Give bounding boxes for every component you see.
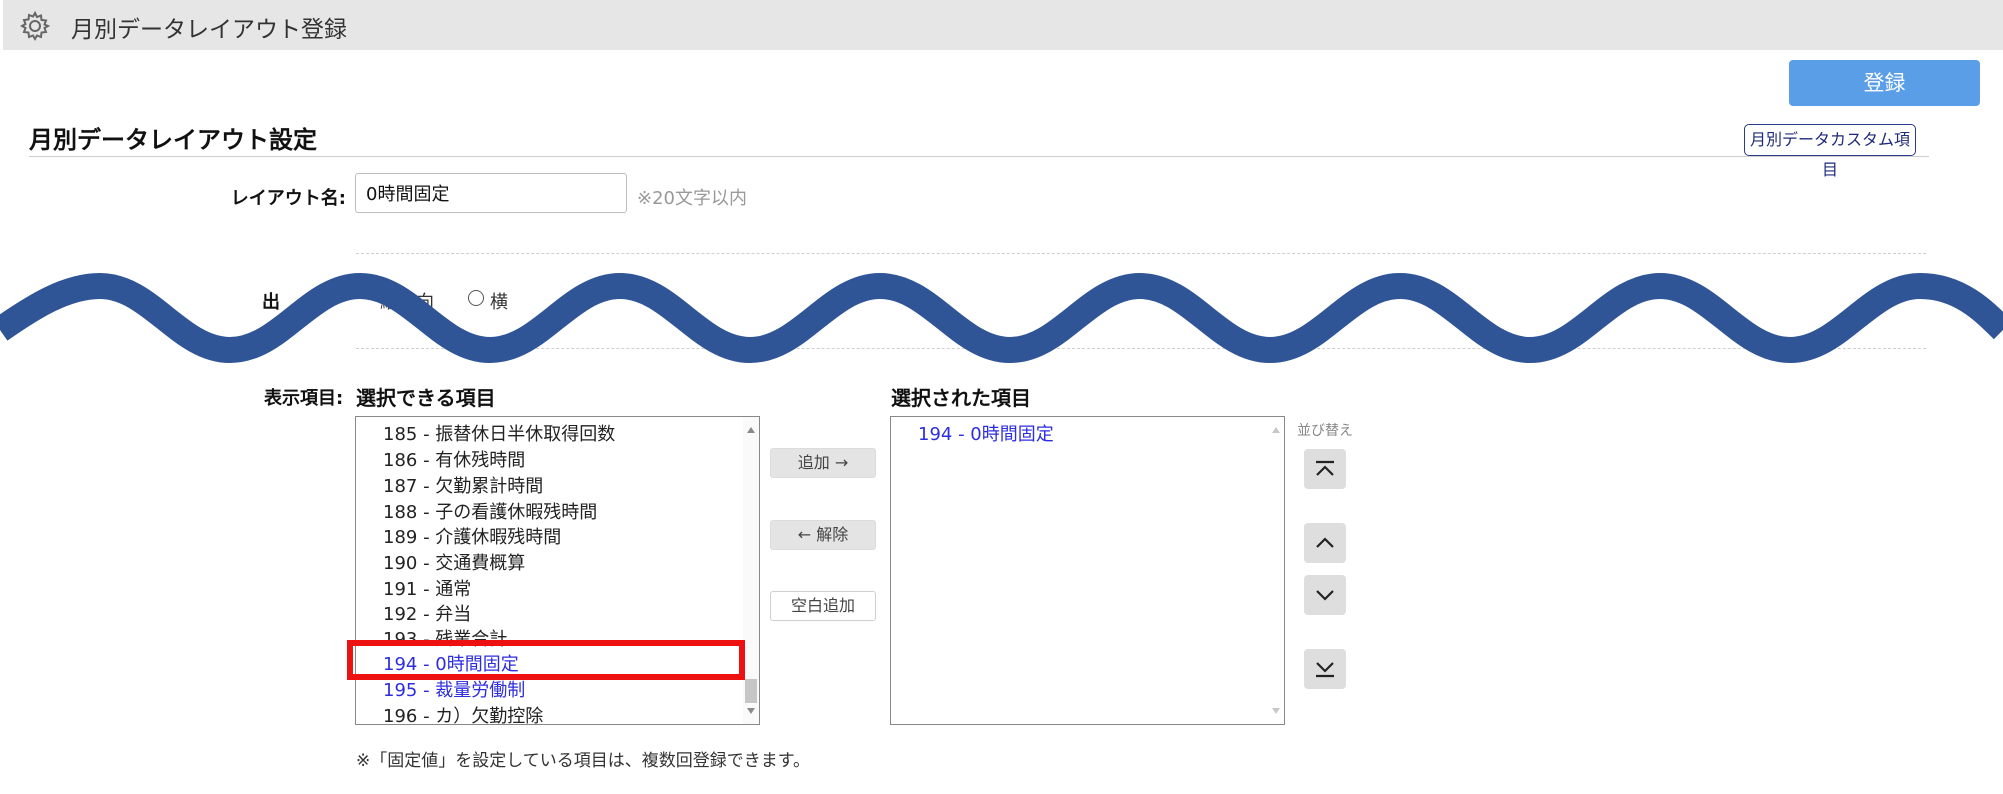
move-to-top-button[interactable] [1304,449,1346,489]
list-item[interactable]: 188 - 子の看護休暇残時間 [383,498,597,524]
available-list-scrollbar[interactable] [743,417,759,724]
chevron-up-icon [1316,537,1334,548]
move-to-top-icon [1316,460,1334,476]
list-item[interactable]: 186 - 有休残時間 [383,446,525,472]
section-title: 月別データレイアウト設定 [29,126,317,154]
list-item[interactable]: 185 - 振替休日半休取得回数 [383,420,615,446]
remove-button[interactable]: ← 解除 [770,520,876,550]
layout-name-note: ※20文字以内 [637,188,747,209]
dashed-divider-1 [356,253,1926,254]
move-down-button[interactable] [1304,575,1346,615]
chevron-down-icon [1316,590,1334,601]
list-item[interactable]: 189 - 介護休暇残時間 [383,523,561,549]
move-to-bottom-button[interactable] [1304,649,1346,689]
list-item[interactable]: 196 - カ）欠勤控除 [383,702,543,724]
scroll-up-arrow-icon[interactable] [1272,427,1280,433]
scroll-down-arrow-icon[interactable] [747,708,755,714]
layout-name-label: レイアウト名: [230,188,346,209]
list-item[interactable]: 187 - 欠勤累計時間 [383,472,543,498]
move-to-bottom-icon [1316,662,1334,678]
available-items-header: 選択できる項目 [356,386,496,410]
scrollbar-thumb[interactable] [745,679,757,703]
custom-items-button[interactable]: 月別データカスタム項目 [1744,124,1916,179]
highlight-annotation [347,640,745,680]
selected-list-scrollbar[interactable] [1268,417,1284,724]
wave-overlay [0,272,2003,364]
sort-label: 並び替え [1297,423,1353,439]
move-up-button[interactable] [1304,523,1346,563]
layout-name-input[interactable] [355,173,627,213]
list-item[interactable]: 191 - 通常 [383,575,471,601]
register-button[interactable]: 登録 [1789,60,1980,106]
display-items-label: 表示項目: [264,388,344,409]
gear-icon[interactable] [19,10,51,42]
list-item[interactable]: 192 - 弁当 [383,600,471,626]
scroll-down-arrow-icon[interactable] [1272,708,1280,714]
title-bar: 月別データレイアウト登録 [3,0,2003,50]
list-item[interactable]: 194 - 0時間固定 [918,420,1054,446]
section-divider [29,156,1929,157]
list-item[interactable]: 190 - 交通費概算 [383,549,525,575]
scroll-up-arrow-icon[interactable] [747,427,755,433]
fixed-value-footnote: ※「固定値」を設定している項目は、複数回登録できます。 [356,751,811,771]
selected-items-header: 選択された項目 [891,386,1031,410]
selected-items-list[interactable]: 194 - 0時間固定 [890,416,1285,725]
add-button[interactable]: 追加 → [770,448,876,478]
add-blank-button[interactable]: 空白追加 [770,591,876,621]
page-header-title: 月別データレイアウト登録 [71,17,347,43]
